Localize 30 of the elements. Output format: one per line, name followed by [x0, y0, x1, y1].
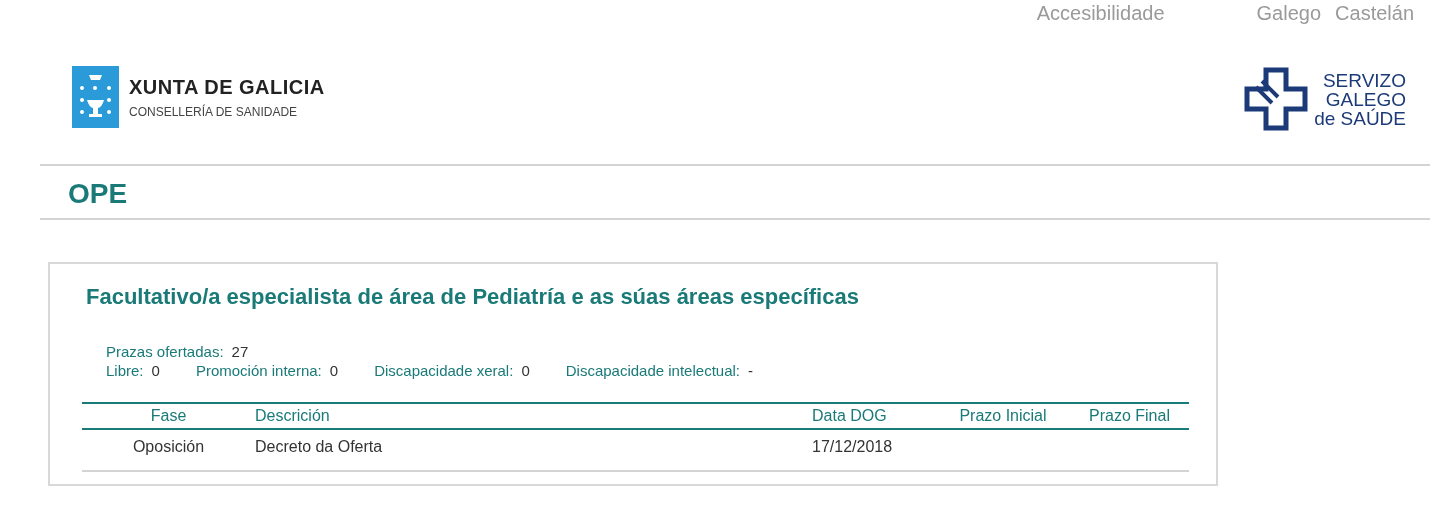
column-header: Data DOG — [812, 403, 936, 429]
nav-link[interactable]: Castelán — [1335, 2, 1414, 26]
table-cell: Oposición — [82, 429, 255, 471]
page-title: OPE — [67, 177, 129, 211]
field-value: 0 — [329, 361, 339, 380]
logo-subtitle: CONSELLERÍA DE SANIDADE — [129, 104, 299, 119]
field-value: - — [748, 361, 753, 380]
logo-text: GALEGO — [1325, 89, 1406, 109]
card-title: Facultativo/a especialista de área de Pediatría e as súas áreas específicas — [86, 284, 860, 310]
nav-link[interactable]: Accesibilidade — [1036, 2, 1165, 26]
field-label: Promoción interna: — [195, 361, 322, 380]
column-header: Prazo Final — [1070, 403, 1189, 429]
logo-text: SERVIZO — [1322, 70, 1406, 90]
field-label: Discapacidade xeral: — [374, 361, 514, 380]
field-value: 0 — [151, 361, 160, 380]
field-value: 27 — [231, 342, 249, 361]
table-cell: Decreto da Oferta — [255, 429, 812, 471]
field-label: Prazas ofertadas: — [106, 342, 224, 361]
field-label: Discapacidade intelectual: — [565, 361, 740, 380]
column-header: Prazo Inicial — [936, 403, 1070, 429]
field-value: 0 — [521, 361, 530, 380]
coat-of-arms-icon — [72, 66, 119, 128]
logo-text: de SAÚDE — [1314, 108, 1406, 128]
field-label: Libre: — [106, 361, 144, 380]
column-header: Descrición — [255, 403, 812, 429]
nav-link[interactable]: Galego — [1256, 2, 1322, 26]
cross-icon — [1244, 67, 1309, 131]
column-header: Fase — [82, 403, 255, 429]
table-cell: 17/12/2018 — [812, 429, 936, 471]
logo-title: XUNTA DE GALICIA — [129, 75, 325, 99]
